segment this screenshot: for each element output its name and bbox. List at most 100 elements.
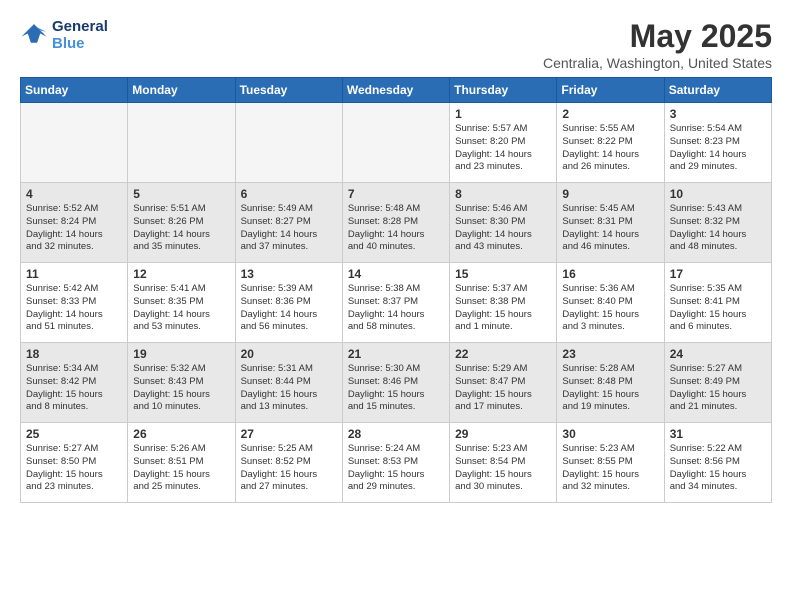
table-row: 21Sunrise: 5:30 AM Sunset: 8:46 PM Dayli… bbox=[342, 343, 449, 423]
day-info: Sunrise: 5:55 AM Sunset: 8:22 PM Dayligh… bbox=[562, 123, 658, 174]
day-info: Sunrise: 5:54 AM Sunset: 8:23 PM Dayligh… bbox=[670, 123, 766, 174]
day-info: Sunrise: 5:39 AM Sunset: 8:36 PM Dayligh… bbox=[241, 283, 337, 334]
table-row: 17 Sunrise: 5:35 AM Sunset: 8:41 PM Dayli… bbox=[664, 263, 771, 343]
table-row: 2Sunrise: 5:55 AM Sunset: 8:22 PM Daylig… bbox=[557, 103, 664, 183]
table-row: 19 Sunrise: 5:32 AM Sunset: 8:43 PM Dayli… bbox=[128, 343, 235, 423]
table-row: 6 Sunrise: 5:49 AM Sunset: 8:27 PM Daylig… bbox=[235, 183, 342, 263]
calendar-table: Sunday Monday Tuesday Wednesday Thursday… bbox=[20, 77, 772, 503]
table-row: 4Sunrise: 5:52 AM Sunset: 8:24 PM Daylig… bbox=[21, 183, 128, 263]
calendar-body: 1Sunrise: 5:57 AM Sunset: 8:20 PM Daylig… bbox=[21, 103, 772, 503]
day-info: Sunrise: 5:57 AM Sunset: 8:20 PM Dayligh… bbox=[455, 123, 551, 174]
day-info: Sunrise: 5:32 AM Sunset: 8:43 PM Dayligh… bbox=[133, 363, 229, 414]
day-number: 7 bbox=[348, 187, 444, 201]
calendar-week-row: 4Sunrise: 5:52 AM Sunset: 8:24 PM Daylig… bbox=[21, 183, 772, 263]
day-number: 21 bbox=[348, 347, 444, 361]
location: Centralia, Washington, United States bbox=[543, 55, 772, 71]
table-row: 18 Sunrise: 5:34 AM Sunset: 8:42 PM Dayli… bbox=[21, 343, 128, 423]
title-section: May 2025 Centralia, Washington, United S… bbox=[543, 18, 772, 71]
day-info: Sunrise: 5:37 AM Sunset: 8:38 PM Dayligh… bbox=[455, 283, 551, 334]
day-number: 26 bbox=[133, 427, 229, 441]
day-info: Sunrise: 5:48 AM Sunset: 8:28 PM Dayligh… bbox=[348, 203, 444, 254]
day-info: Sunrise: 5:24 AM Sunset: 8:53 PM Dayligh… bbox=[348, 443, 444, 494]
calendar-week-row: 11 Sunrise: 5:42 AM Sunset: 8:33 PM Dayli… bbox=[21, 263, 772, 343]
day-number: 27 bbox=[241, 427, 337, 441]
col-wednesday: Wednesday bbox=[342, 78, 449, 103]
calendar-week-row: 25Sunrise: 5:27 AM Sunset: 8:50 PM Dayli… bbox=[21, 423, 772, 503]
table-row: 23 Sunrise: 5:28 AM Sunset: 8:48 PM Dayli… bbox=[557, 343, 664, 423]
day-number: 30 bbox=[562, 427, 658, 441]
day-number: 5 bbox=[133, 187, 229, 201]
day-number: 24 bbox=[670, 347, 766, 361]
day-info: Sunrise: 5:23 AM Sunset: 8:54 PM Dayligh… bbox=[455, 443, 551, 494]
day-number: 11 bbox=[26, 267, 122, 281]
day-info: Sunrise: 5:27 AM Sunset: 8:49 PM Dayligh… bbox=[670, 363, 766, 414]
table-row: 25Sunrise: 5:27 AM Sunset: 8:50 PM Dayli… bbox=[21, 423, 128, 503]
logo-icon bbox=[20, 21, 48, 49]
day-info: Sunrise: 5:26 AM Sunset: 8:51 PM Dayligh… bbox=[133, 443, 229, 494]
day-number: 6 bbox=[241, 187, 337, 201]
day-info: Sunrise: 5:45 AM Sunset: 8:31 PM Dayligh… bbox=[562, 203, 658, 254]
table-row: 10 Sunrise: 5:43 AM Sunset: 8:32 PM Dayli… bbox=[664, 183, 771, 263]
header: General Blue May 2025 Centralia, Washing… bbox=[20, 18, 772, 71]
day-number: 8 bbox=[455, 187, 551, 201]
day-info: Sunrise: 5:42 AM Sunset: 8:33 PM Dayligh… bbox=[26, 283, 122, 334]
table-row: 20 Sunrise: 5:31 AM Sunset: 8:44 PM Dayli… bbox=[235, 343, 342, 423]
table-row bbox=[128, 103, 235, 183]
day-number: 12 bbox=[133, 267, 229, 281]
day-number: 20 bbox=[241, 347, 337, 361]
col-thursday: Thursday bbox=[450, 78, 557, 103]
day-info: Sunrise: 5:49 AM Sunset: 8:27 PM Dayligh… bbox=[241, 203, 337, 254]
logo-text: General Blue bbox=[52, 18, 108, 52]
day-info: Sunrise: 5:46 AM Sunset: 8:30 PM Dayligh… bbox=[455, 203, 551, 254]
day-number: 22 bbox=[455, 347, 551, 361]
day-info: Sunrise: 5:28 AM Sunset: 8:48 PM Dayligh… bbox=[562, 363, 658, 414]
page: General Blue May 2025 Centralia, Washing… bbox=[0, 0, 792, 513]
day-info: Sunrise: 5:51 AM Sunset: 8:26 PM Dayligh… bbox=[133, 203, 229, 254]
day-info: Sunrise: 5:22 AM Sunset: 8:56 PM Dayligh… bbox=[670, 443, 766, 494]
day-info: Sunrise: 5:43 AM Sunset: 8:32 PM Dayligh… bbox=[670, 203, 766, 254]
col-saturday: Saturday bbox=[664, 78, 771, 103]
col-monday: Monday bbox=[128, 78, 235, 103]
day-number: 28 bbox=[348, 427, 444, 441]
table-row: 11 Sunrise: 5:42 AM Sunset: 8:33 PM Dayli… bbox=[21, 263, 128, 343]
day-info: Sunrise: 5:29 AM Sunset: 8:47 PM Dayligh… bbox=[455, 363, 551, 414]
day-number: 16 bbox=[562, 267, 658, 281]
table-row: 22 Sunrise: 5:29 AM Sunset: 8:47 PM Dayli… bbox=[450, 343, 557, 423]
day-number: 9 bbox=[562, 187, 658, 201]
table-row: 3Sunrise: 5:54 AM Sunset: 8:23 PM Daylig… bbox=[664, 103, 771, 183]
day-info: Sunrise: 5:31 AM Sunset: 8:44 PM Dayligh… bbox=[241, 363, 337, 414]
day-number: 4 bbox=[26, 187, 122, 201]
table-row bbox=[235, 103, 342, 183]
day-number: 23 bbox=[562, 347, 658, 361]
day-number: 17 bbox=[670, 267, 766, 281]
day-info: Sunrise: 5:23 AM Sunset: 8:55 PM Dayligh… bbox=[562, 443, 658, 494]
day-info: Sunrise: 5:38 AM Sunset: 8:37 PM Dayligh… bbox=[348, 283, 444, 334]
table-row: 29 Sunrise: 5:23 AM Sunset: 8:54 PM Dayli… bbox=[450, 423, 557, 503]
table-row: 12 Sunrise: 5:41 AM Sunset: 8:35 PM Dayli… bbox=[128, 263, 235, 343]
table-row: 5 Sunrise: 5:51 AM Sunset: 8:26 PM Daylig… bbox=[128, 183, 235, 263]
day-number: 10 bbox=[670, 187, 766, 201]
day-number: 19 bbox=[133, 347, 229, 361]
col-friday: Friday bbox=[557, 78, 664, 103]
table-row: 26 Sunrise: 5:26 AM Sunset: 8:51 PM Dayli… bbox=[128, 423, 235, 503]
table-row: 30 Sunrise: 5:23 AM Sunset: 8:55 PM Dayli… bbox=[557, 423, 664, 503]
table-row: 15Sunrise: 5:37 AM Sunset: 8:38 PM Dayli… bbox=[450, 263, 557, 343]
table-row: 16Sunrise: 5:36 AM Sunset: 8:40 PM Dayli… bbox=[557, 263, 664, 343]
table-row: 24 Sunrise: 5:27 AM Sunset: 8:49 PM Dayli… bbox=[664, 343, 771, 423]
table-row: 28 Sunrise: 5:24 AM Sunset: 8:53 PM Dayli… bbox=[342, 423, 449, 503]
table-row: 31Sunrise: 5:22 AM Sunset: 8:56 PM Dayli… bbox=[664, 423, 771, 503]
day-number: 29 bbox=[455, 427, 551, 441]
table-row: 7 Sunrise: 5:48 AM Sunset: 8:28 PM Daylig… bbox=[342, 183, 449, 263]
table-row: 14Sunrise: 5:38 AM Sunset: 8:37 PM Dayli… bbox=[342, 263, 449, 343]
calendar-week-row: 1Sunrise: 5:57 AM Sunset: 8:20 PM Daylig… bbox=[21, 103, 772, 183]
day-info: Sunrise: 5:41 AM Sunset: 8:35 PM Dayligh… bbox=[133, 283, 229, 334]
table-row: 9 Sunrise: 5:45 AM Sunset: 8:31 PM Daylig… bbox=[557, 183, 664, 263]
col-sunday: Sunday bbox=[21, 78, 128, 103]
day-info: Sunrise: 5:34 AM Sunset: 8:42 PM Dayligh… bbox=[26, 363, 122, 414]
day-number: 18 bbox=[26, 347, 122, 361]
calendar-header-row: Sunday Monday Tuesday Wednesday Thursday… bbox=[21, 78, 772, 103]
month-title: May 2025 bbox=[543, 18, 772, 55]
day-number: 25 bbox=[26, 427, 122, 441]
day-info: Sunrise: 5:35 AM Sunset: 8:41 PM Dayligh… bbox=[670, 283, 766, 334]
table-row bbox=[21, 103, 128, 183]
